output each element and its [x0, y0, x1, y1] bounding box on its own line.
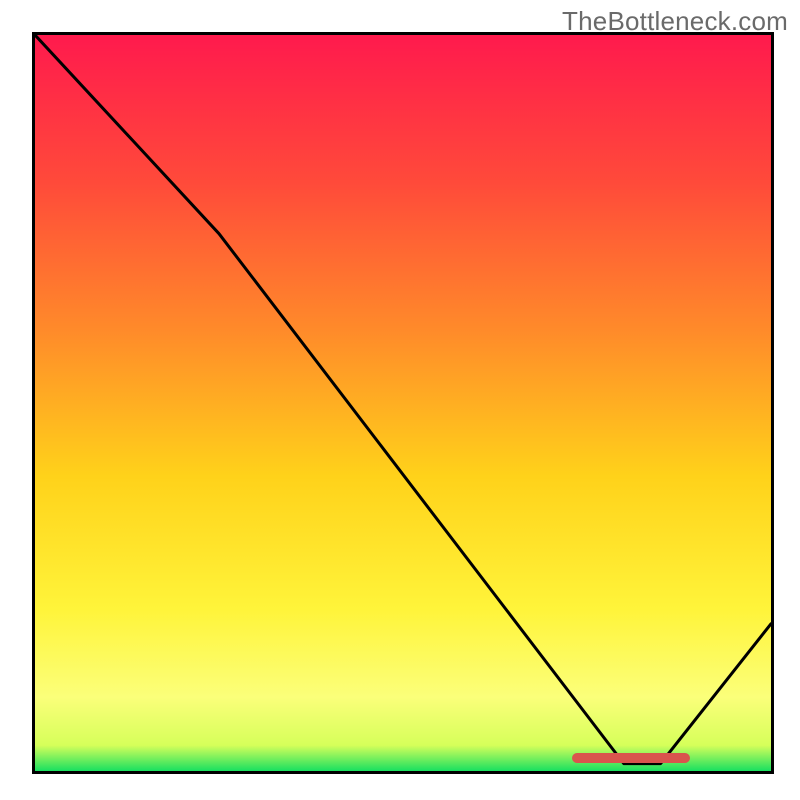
chart-container: TheBottleneck.com — [0, 0, 800, 800]
background-gradient — [35, 35, 771, 771]
watermark-text: TheBottleneck.com — [562, 6, 788, 37]
plot-frame — [32, 32, 774, 774]
optimal-range-marker — [572, 753, 690, 763]
